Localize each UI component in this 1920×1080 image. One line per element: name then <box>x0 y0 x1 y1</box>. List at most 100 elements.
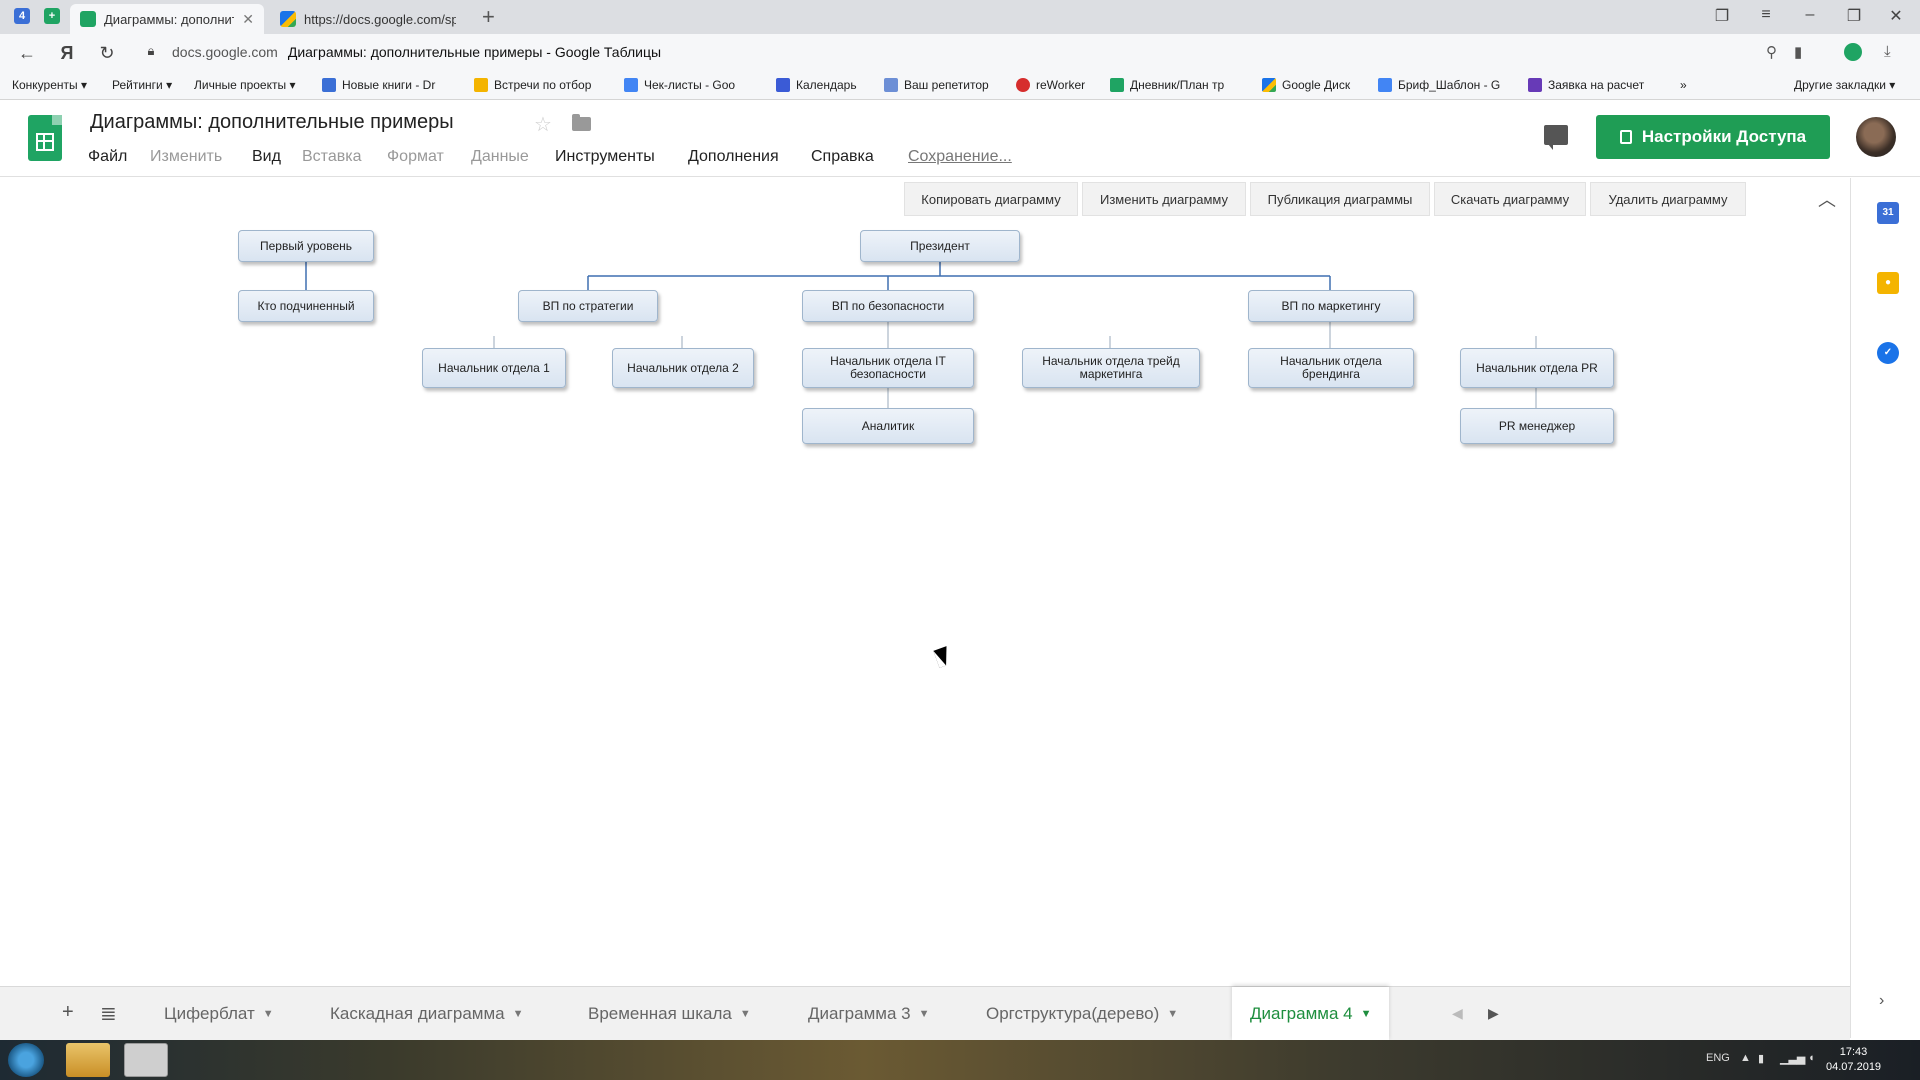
bookmark-item[interactable]: Личные проекты ▾ <box>194 78 295 92</box>
volume-icon[interactable]: ◖ <box>1808 1052 1815 1064</box>
collapse-icon[interactable]: ︿ <box>1818 186 1836 212</box>
download-icon[interactable]: ⤓ <box>1884 43 1891 60</box>
browser-tab-active[interactable]: Диаграммы: дополнител ✕ <box>70 4 264 34</box>
folder-icon[interactable] <box>572 114 591 131</box>
tasks-icon[interactable]: ✓ <box>1877 342 1899 364</box>
chevron-down-icon[interactable]: ▼ <box>263 1008 274 1020</box>
bookmark-icon[interactable]: ▮ <box>1794 43 1802 61</box>
add-sheet-icon[interactable]: + <box>62 1001 74 1024</box>
org-node-head-2[interactable]: Начальник отдела 2 <box>612 348 754 388</box>
chevron-down-icon[interactable]: ▼ <box>919 1008 930 1020</box>
tray-arrow-icon[interactable]: ▲ <box>1740 1052 1751 1064</box>
pinned-sheets-icon[interactable]: + <box>44 8 60 24</box>
url-field[interactable]: docs.google.com Диаграммы: дополнительные… <box>172 44 661 60</box>
sheet-tab[interactable]: Оргструктура(дерево) ▼ <box>968 987 1196 1041</box>
sheets-logo-icon[interactable] <box>28 115 62 161</box>
bookmark-item[interactable]: Чек-листы - Goo <box>624 78 735 92</box>
avatar[interactable] <box>1856 117 1896 157</box>
back-icon[interactable]: ← <box>16 43 38 64</box>
comments-icon[interactable] <box>1544 125 1568 150</box>
translate-icon[interactable]: ⚲ <box>1766 43 1777 61</box>
menu-tools[interactable]: Инструменты <box>555 148 655 166</box>
edit-chart-button[interactable]: Изменить диаграмму <box>1082 182 1246 216</box>
publish-chart-button[interactable]: Публикация диаграммы <box>1250 182 1430 216</box>
org-node-head-pr[interactable]: Начальник отдела PR <box>1460 348 1614 388</box>
yandex-icon[interactable]: Я <box>56 43 78 64</box>
org-node-vp-security[interactable]: ВП по безопасности <box>802 290 974 322</box>
share-button[interactable]: Настройки Доступа <box>1596 115 1830 159</box>
org-node-analyst[interactable]: Аналитик <box>802 408 974 444</box>
menu-help[interactable]: Справка <box>811 148 874 166</box>
minimize-icon[interactable]: – <box>1800 6 1820 24</box>
clock[interactable]: 17:43 04.07.2019 <box>1826 1045 1881 1075</box>
menu-file[interactable]: Файл <box>88 148 127 166</box>
bookmark-item[interactable]: Бриф_Шаблон - G <box>1378 78 1500 92</box>
org-node-head-1[interactable]: Начальник отдела 1 <box>422 348 566 388</box>
extension-icon[interactable] <box>1844 43 1862 61</box>
org-node-president[interactable]: Президент <box>860 230 1020 262</box>
star-icon[interactable]: ☆ <box>534 112 552 137</box>
org-node-pr-manager[interactable]: PR менеджер <box>1460 408 1614 444</box>
language-icon[interactable]: ENG <box>1706 1052 1730 1064</box>
signal-icon[interactable]: ▁▃▅ <box>1780 1052 1805 1065</box>
download-chart-button[interactable]: Скачать диаграмму <box>1434 182 1586 216</box>
scroll-right-icon[interactable]: ▶ <box>1488 1005 1499 1022</box>
close-tab-icon[interactable]: ✕ <box>242 11 254 28</box>
bookmark-item[interactable]: Конкуренты ▾ <box>12 78 87 92</box>
close-window-icon[interactable]: ✕ <box>1886 6 1906 26</box>
start-button[interactable] <box>8 1043 44 1077</box>
reload-icon[interactable]: ↻ <box>96 43 118 64</box>
delete-chart-button[interactable]: Удалить диаграмму <box>1590 182 1746 216</box>
menu-addons[interactable]: Дополнения <box>688 148 779 166</box>
keep-icon[interactable]: ● <box>1877 272 1899 294</box>
bookmark-item[interactable]: Встречи по отбор <box>474 78 591 92</box>
more-bookmarks-icon[interactable]: » <box>1680 78 1687 92</box>
chevron-down-icon[interactable]: ▼ <box>740 1008 751 1020</box>
org-node-head-brand[interactable]: Начальник отдела брендинга <box>1248 348 1414 388</box>
sheet-tab[interactable]: Циферблат ▼ <box>146 987 292 1041</box>
copy-chart-button[interactable]: Копировать диаграмму <box>904 182 1078 216</box>
bookmark-item[interactable]: reWorker <box>1016 78 1085 92</box>
org-node-legend-top[interactable]: Первый уровень <box>238 230 374 262</box>
sheet-tab[interactable]: Временная шкала ▼ <box>570 987 769 1041</box>
org-node-head-trade[interactable]: Начальник отдела трейд маркетинга <box>1022 348 1200 388</box>
all-sheets-icon[interactable]: ≣ <box>100 1001 117 1026</box>
bookmark-item[interactable]: Заявка на расчет <box>1528 78 1644 92</box>
document-title[interactable]: Диаграммы: дополнительные примеры <box>90 111 454 134</box>
menu-format[interactable]: Формат <box>387 148 444 166</box>
org-node-vp-strategy[interactable]: ВП по стратегии <box>518 290 658 322</box>
scroll-left-icon[interactable]: ◀ <box>1452 1005 1463 1022</box>
other-bookmarks[interactable]: Другие закладки ▾ <box>1794 78 1895 92</box>
bookmark-item[interactable]: Дневник/План тр <box>1110 78 1224 92</box>
menu-icon[interactable]: ≡ <box>1756 6 1776 24</box>
org-node-vp-marketing[interactable]: ВП по маркетингу <box>1248 290 1414 322</box>
bookmark-tabs-icon[interactable]: ❐ <box>1712 6 1732 26</box>
sheet-tab-active[interactable]: Диаграмма 4 ▼ <box>1232 987 1390 1041</box>
browser-tab-2[interactable]: https://docs.google.com/sp <box>270 4 466 34</box>
saving-status[interactable]: Сохранение... <box>908 148 1012 166</box>
org-node-head-security[interactable]: Начальник отдела ІТ безопасности <box>802 348 974 388</box>
chevron-down-icon[interactable]: ▼ <box>1167 1008 1178 1020</box>
calendar-icon[interactable]: 31 <box>1877 202 1899 224</box>
network-icon[interactable]: ▮ <box>1758 1052 1764 1065</box>
restore-icon[interactable]: ❐ <box>1844 6 1864 26</box>
yandex-browser-icon[interactable] <box>124 1043 168 1077</box>
bookmark-item[interactable]: Новые книги - Dr <box>322 78 435 92</box>
org-node-legend-bottom[interactable]: Кто подчиненный <box>238 290 374 322</box>
bookmark-item[interactable]: Рейтинги ▾ <box>112 78 172 92</box>
bookmark-item[interactable]: Ваш репетитор <box>884 78 989 92</box>
pinned-tab-icon[interactable]: 4 <box>14 8 30 24</box>
sheet-tab[interactable]: Диаграмма 3 ▼ <box>790 987 947 1041</box>
chevron-down-icon[interactable]: ▼ <box>1361 1008 1372 1020</box>
sheet-tab[interactable]: Каскадная диаграмма ▼ <box>312 987 542 1041</box>
explorer-icon[interactable] <box>66 1043 110 1077</box>
menu-view[interactable]: Вид <box>252 148 281 166</box>
menu-edit[interactable]: Изменить <box>150 148 222 166</box>
bookmark-item[interactable]: Google Диск <box>1262 78 1350 92</box>
bookmark-item[interactable]: Календарь <box>776 78 857 92</box>
menu-insert[interactable]: Вставка <box>302 148 361 166</box>
menu-data[interactable]: Данные <box>471 148 529 166</box>
expand-panel-icon[interactable]: › <box>1879 992 1884 1010</box>
chevron-down-icon[interactable]: ▼ <box>513 1008 524 1020</box>
new-tab-button[interactable]: + <box>482 4 495 30</box>
